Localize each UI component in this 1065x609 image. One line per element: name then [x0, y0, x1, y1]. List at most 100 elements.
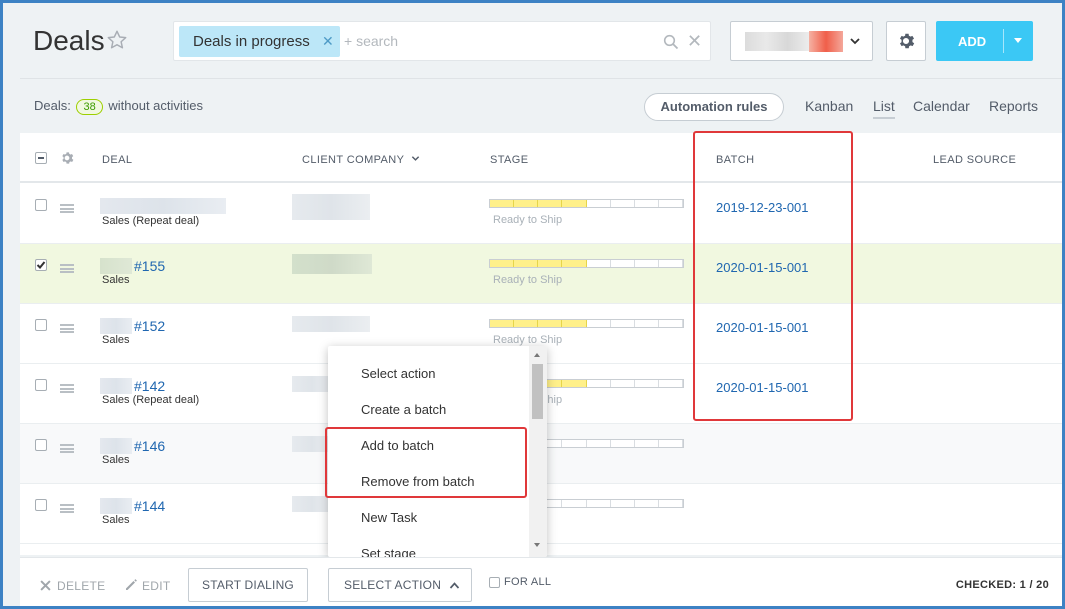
caret-down-icon[interactable] — [1014, 38, 1022, 43]
deal-number[interactable]: #155 — [134, 258, 165, 274]
gear-icon[interactable] — [60, 151, 74, 165]
deal-number[interactable]: #146 — [134, 438, 165, 454]
pencil-icon — [126, 579, 137, 590]
drag-handle-icon[interactable] — [60, 384, 74, 393]
menu-item-select-action[interactable]: Select action — [361, 366, 435, 381]
filter-chip[interactable]: Deals in progress ✕ — [179, 26, 340, 57]
row-checkbox[interactable] — [35, 379, 47, 391]
delete-button[interactable]: DELETE — [57, 579, 105, 593]
deal-name[interactable] — [100, 198, 226, 214]
scroll-up-icon[interactable] — [534, 353, 540, 357]
deal-type: Sales — [102, 514, 130, 526]
scroll-down-icon[interactable] — [534, 543, 540, 547]
stage-label: Ready to Ship — [493, 214, 563, 226]
menu-item-create-batch[interactable]: Create a batch — [361, 402, 446, 417]
count-badge[interactable]: 38 — [76, 99, 103, 115]
select-action-label: SELECT ACTION — [344, 578, 442, 592]
table-row[interactable]: Sales (Repeat deal) Ready to Ship 2019-1… — [20, 184, 1062, 244]
filter-chip-label: Deals in progress — [193, 33, 310, 50]
batch-actions-highlight — [325, 427, 527, 498]
column-client-company[interactable]: CLIENT COMPANY — [302, 154, 420, 166]
page-title: Deals — [33, 25, 105, 56]
user-badge — [809, 31, 843, 52]
add-button[interactable]: ADD — [936, 21, 1033, 61]
app-frame: Deals Deals in progress ✕ + search ✕ ADD… — [0, 0, 1065, 609]
chevron-down-icon — [850, 38, 860, 45]
user-selector[interactable] — [730, 21, 873, 61]
row-checkbox[interactable] — [35, 499, 47, 511]
drag-handle-icon[interactable] — [60, 204, 74, 213]
chevron-down-icon — [411, 156, 419, 161]
select-action-button[interactable]: SELECT ACTION — [328, 568, 472, 602]
tab-reports[interactable]: Reports — [989, 98, 1038, 114]
scroll-thumb[interactable] — [532, 364, 543, 419]
client-company[interactable] — [292, 316, 370, 332]
tab-calendar[interactable]: Calendar — [913, 98, 970, 114]
stage-bar[interactable] — [489, 199, 684, 208]
add-divider — [1003, 29, 1004, 53]
batch-column-highlight — [693, 131, 853, 421]
drag-handle-icon[interactable] — [60, 504, 74, 513]
stage-label: Ready to Ship — [493, 274, 563, 286]
add-button-label: ADD — [958, 34, 987, 49]
row-checkbox[interactable] — [35, 439, 47, 451]
close-icon — [40, 580, 51, 591]
stage-bar[interactable] — [489, 319, 684, 328]
select-all-checkbox[interactable] — [35, 152, 47, 164]
stats-suffix: without activities — [108, 98, 204, 113]
deal-number[interactable]: #144 — [134, 498, 165, 514]
deal-number[interactable]: #142 — [134, 378, 165, 394]
deal-name[interactable] — [100, 318, 132, 334]
star-icon[interactable] — [106, 29, 128, 51]
chevron-up-icon — [449, 582, 460, 589]
clear-search-icon[interactable]: ✕ — [687, 31, 702, 52]
divider — [20, 78, 1062, 79]
column-deal[interactable]: DEAL — [102, 154, 132, 166]
stage-bar[interactable] — [489, 259, 684, 268]
settings-button[interactable] — [886, 21, 926, 61]
client-company[interactable] — [292, 194, 370, 220]
drag-handle-icon[interactable] — [60, 324, 74, 333]
deal-name[interactable] — [100, 378, 132, 394]
deal-name[interactable] — [100, 258, 132, 274]
deal-type: Sales (Repeat deal) — [102, 394, 200, 406]
column-lead-source[interactable]: LEAD SOURCE — [933, 154, 1016, 166]
automation-rules-button[interactable]: Automation rules — [644, 93, 784, 121]
column-stage[interactable]: STAGE — [490, 154, 528, 166]
avatar — [745, 32, 809, 51]
row-checkbox[interactable] — [35, 319, 47, 331]
client-company[interactable] — [292, 376, 332, 392]
tab-kanban[interactable]: Kanban — [805, 98, 853, 114]
deal-number[interactable]: #152 — [134, 318, 165, 334]
stage-label: Ready to Ship — [493, 334, 563, 346]
row-checkbox[interactable] — [35, 199, 47, 211]
for-all-checkbox[interactable] — [489, 577, 500, 588]
checkmark-icon — [36, 261, 46, 269]
stats-label: Deals: — [34, 98, 71, 113]
tab-list[interactable]: List — [873, 98, 895, 119]
client-company[interactable] — [292, 496, 332, 512]
gear-icon — [899, 33, 915, 49]
deal-stats: Deals: 38 without activities — [34, 98, 203, 115]
deal-name[interactable] — [100, 438, 132, 454]
drag-handle-icon[interactable] — [60, 444, 74, 453]
chip-remove-icon[interactable]: ✕ — [322, 26, 334, 57]
checked-count: CHECKED: 1 / 20 — [955, 579, 1049, 591]
deal-type: Sales — [102, 274, 130, 286]
search-input[interactable]: + search — [344, 33, 398, 49]
search-icon[interactable] — [663, 34, 679, 50]
menu-item-new-task[interactable]: New Task — [361, 510, 417, 525]
start-dialing-button[interactable]: START DIALING — [188, 568, 308, 602]
menu-scrollbar[interactable] — [529, 346, 547, 557]
drag-handle-icon[interactable] — [60, 264, 74, 273]
filter-search-box[interactable]: Deals in progress ✕ + search ✕ — [173, 21, 711, 61]
edit-button[interactable]: EDIT — [142, 579, 171, 593]
client-company[interactable] — [292, 254, 372, 274]
row-checkbox[interactable] — [35, 259, 47, 271]
deal-type: Sales — [102, 454, 130, 466]
table-row[interactable]: #155 Sales Ready to Ship 2020-01-15-001 — [20, 244, 1062, 304]
menu-item-set-stage[interactable]: Set stage — [361, 546, 416, 557]
deal-name[interactable] — [100, 498, 132, 514]
bottom-action-panel: DELETE EDIT START DIALING SELECT ACTION … — [20, 557, 1062, 606]
deal-type: Sales (Repeat deal) — [102, 215, 200, 227]
